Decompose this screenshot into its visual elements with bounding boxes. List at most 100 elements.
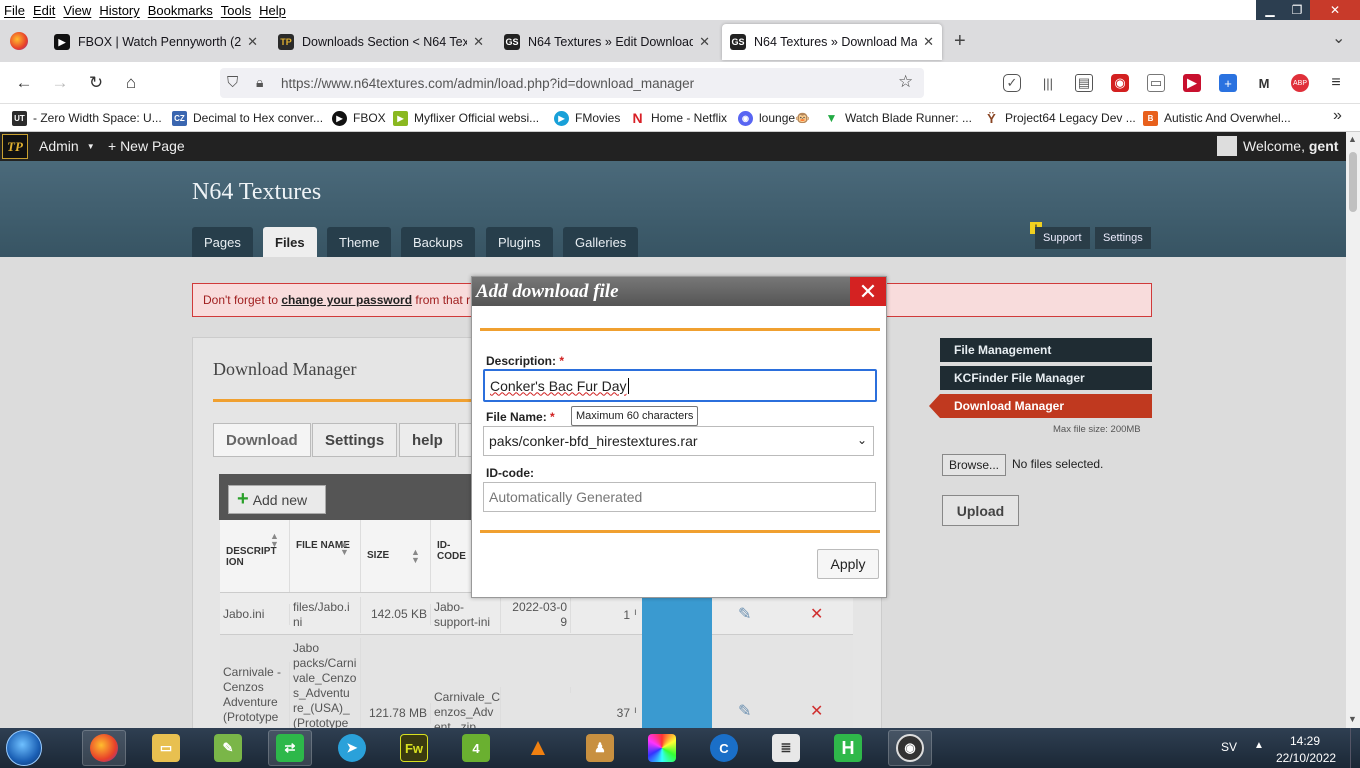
tab-galleries[interactable]: Galleries [563,227,639,257]
tab-download-manager[interactable]: GS N64 Textures » Download Mana ✕ [722,24,942,60]
bookmarks-overflow-button[interactable]: » [1333,107,1342,125]
taskbar-h-app[interactable]: H [826,730,870,766]
pocket-icon[interactable]: ✓ [1003,74,1021,92]
tab-downloads-section[interactable]: TP Downloads Section < N64 Textu ✕ [270,24,492,60]
taskbar-app-person[interactable]: ♟ [578,730,622,766]
taskbar-notepad[interactable]: ≣ [764,730,808,766]
site-title[interactable]: N64 Textures [192,179,321,206]
taskbar-transfer-app[interactable]: ⇄ [268,730,312,766]
apply-button[interactable]: Apply [817,549,879,579]
show-desktop-button[interactable] [1350,728,1360,768]
bookmark-item[interactable]: ▶ Myflixer Official websi... [393,110,539,126]
tab-more[interactable] [458,423,472,457]
bookmark-item[interactable]: ◉ lounge🐵 [738,110,810,126]
admin-menu[interactable]: Admin ▼ [39,138,95,154]
menu-bookmarks[interactable]: Bookmarks [144,3,217,18]
tab-pages[interactable]: Pages [192,227,253,257]
dialog-close-button[interactable]: ✕ [850,277,886,306]
tab-plugins[interactable]: Plugins [486,227,553,257]
menu-edit[interactable]: Edit [29,3,59,18]
taskbar-firefox[interactable] [82,730,126,766]
taskbar-obs[interactable]: ◉ [888,730,932,766]
firefox-view-icon[interactable] [10,32,28,50]
column-header-size[interactable]: SIZE ▲ ▼ [361,520,431,592]
library-icon[interactable]: ||| [1039,74,1057,92]
scroll-down-icon[interactable]: ▼ [1348,714,1357,724]
column-header-file-name[interactable]: FILE NAME ▲ ▼ [290,520,361,592]
sidebar-icon[interactable]: ▤ [1075,74,1093,92]
url-text[interactable]: https://www.n64textures.com/admin/load.p… [281,76,694,91]
forward-button[interactable]: → [47,71,73,95]
column-header-description[interactable]: DESCRIPT ION ▲ ▼ [220,520,290,592]
clock-date[interactable]: 22/10/2022 [1276,751,1336,765]
column-header-id-code[interactable]: ID-CODE [431,520,472,592]
tab-backups[interactable]: Backups [401,227,475,257]
list-all-tabs-button[interactable]: ⌄ [1332,28,1345,48]
back-button[interactable]: ← [11,71,37,95]
support-button[interactable]: Support [1035,227,1090,249]
reload-button[interactable]: ↻ [83,71,109,95]
bookmark-item[interactable]: UT - Zero Width Space: U... [12,110,162,126]
page-scrollbar[interactable]: ▲ ▼ [1346,132,1360,728]
tab-close-icon[interactable]: ✕ [699,34,710,50]
avatar[interactable] [1217,136,1237,156]
edit-pencil-icon[interactable]: ✎ [738,701,751,721]
malwarebytes-icon[interactable]: M [1255,74,1273,92]
tab-close-icon[interactable]: ✕ [923,34,934,50]
language-indicator[interactable]: SV [1221,740,1237,754]
new-tab-button[interactable]: + [954,30,966,53]
minimize-button[interactable]: ▁ [1256,0,1284,20]
home-button[interactable]: ⌂ [118,71,144,95]
settings-button[interactable]: Settings [1095,227,1151,249]
site-logo[interactable]: TP [2,134,28,159]
menu-file[interactable]: File [0,3,29,18]
tab-close-icon[interactable]: ✕ [247,34,258,50]
picture-in-picture-icon[interactable]: ▭ [1147,74,1165,92]
bookmark-item[interactable]: ▶ FMovies [554,110,620,126]
plus-extension-icon[interactable]: + [1219,74,1237,92]
taskbar-explorer[interactable]: ▭ [144,730,188,766]
scroll-thumb[interactable] [1349,152,1357,212]
bookmark-item[interactable]: N Home - Netflix [630,110,727,126]
tab-files[interactable]: Files [263,227,317,257]
file-name-select[interactable]: paks/conker-bfd_hirestextures.rar ⌄ [483,426,874,456]
restore-button[interactable]: ❐ [1284,0,1310,20]
menu-tools[interactable]: Tools [217,3,255,18]
lock-icon[interactable]: 🔒︎ [256,74,263,91]
taskbar-telegram[interactable]: ➤ [330,730,374,766]
taskbar-color-app[interactable] [640,730,684,766]
close-window-button[interactable]: ✕ [1310,0,1360,20]
delete-icon[interactable]: ✕ [810,604,823,624]
edit-pencil-icon[interactable]: ✎ [738,604,751,624]
tab-settings[interactable]: Settings [312,423,398,457]
taskbar-ccleaner[interactable]: C [702,730,746,766]
scroll-up-icon[interactable]: ▲ [1348,134,1357,144]
file-management-link[interactable]: File Management [940,338,1152,362]
taskbar-notepad-plus[interactable]: ✎ [206,730,250,766]
new-page-link[interactable]: + New Page [108,138,185,154]
taskbar-fireworks[interactable]: Fw [392,730,436,766]
clock-time[interactable]: 14:29 [1290,734,1320,748]
tray-expand-icon[interactable]: ▲ [1254,740,1264,751]
bookmark-item[interactable]: ▼ Watch Blade Runner: ... [824,110,972,126]
hamburger-menu-icon[interactable]: ≡ [1327,74,1345,92]
kcfinder-link[interactable]: KCFinder File Manager [940,366,1152,390]
url-bar[interactable]: ⛉ 🔒︎ https://www.n64textures.com/admin/l… [220,68,924,98]
bookmark-item[interactable]: CZ Decimal to Hex conver... [172,110,323,126]
menu-history[interactable]: History [95,3,143,18]
bookmark-item[interactable]: B Autistic And Overwhel... [1143,110,1291,126]
tab-help[interactable]: help [399,423,456,457]
welcome-text[interactable]: Welcome, gent [1243,138,1338,154]
download-manager-link[interactable]: Download Manager [940,394,1152,418]
add-new-button[interactable]: + Add new [228,485,326,514]
taskbar-vlc[interactable]: ▲ [516,730,560,766]
menu-help[interactable]: Help [255,3,290,18]
tab-close-icon[interactable]: ✕ [473,34,484,50]
shield-icon[interactable]: ⛉ [227,74,238,91]
ublock-icon[interactable]: ◉ [1111,74,1129,92]
menu-view[interactable]: View [59,3,95,18]
adblock-plus-icon[interactable]: ABP [1291,74,1309,92]
tab-fbox[interactable]: ▶ FBOX | Watch Pennyworth (201 ✕ [46,24,266,60]
bookmark-item[interactable]: ▶ FBOX [332,110,386,126]
start-button[interactable] [6,730,42,766]
